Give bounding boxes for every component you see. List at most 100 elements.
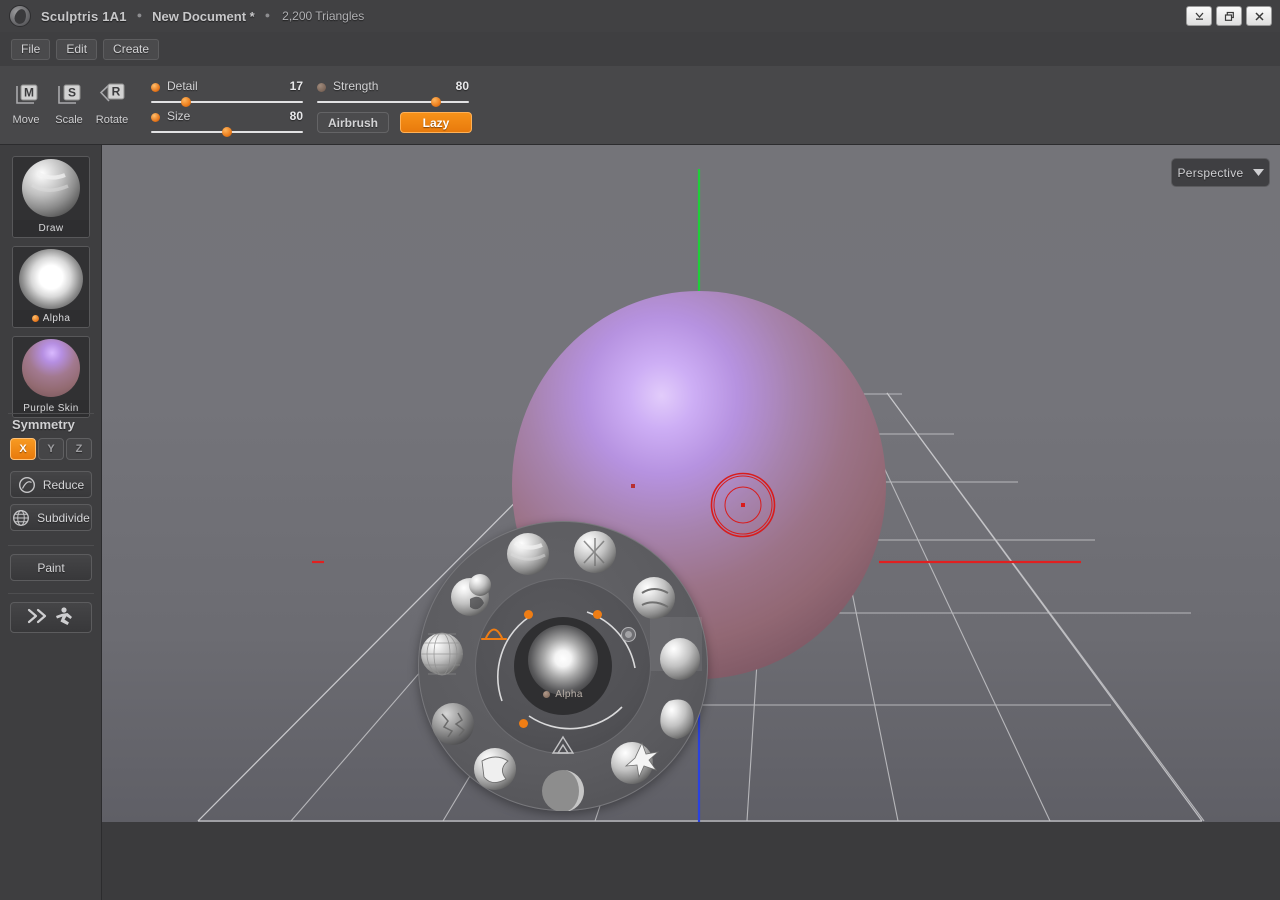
brush-pinch[interactable]: [542, 770, 584, 811]
chevron-down-icon: [1252, 169, 1264, 176]
brush-preview-image: [13, 157, 89, 221]
rotate-tool-glyph: R: [92, 78, 132, 112]
symmetry-axis-x[interactable]: X: [10, 438, 36, 460]
strength-slider[interactable]: Strength 80: [317, 79, 469, 109]
sculptris-application: Sculptris 1A1 ● New Document * ● 2,200 T…: [0, 0, 1280, 900]
scale-tool[interactable]: S Scale: [49, 78, 89, 126]
radial-brush-menu[interactable]: Alpha: [418, 521, 708, 811]
paint-button-label: Paint: [37, 560, 65, 575]
close-icon: [1254, 11, 1264, 21]
brush-noise[interactable]: [432, 703, 474, 745]
close-button[interactable]: [1246, 6, 1272, 26]
strength-value: 80: [455, 79, 469, 93]
menu-item-edit[interactable]: Edit: [56, 38, 98, 60]
detail-track[interactable]: [151, 101, 303, 103]
brush-smooth[interactable]: [660, 699, 694, 740]
projection-dropdown[interactable]: Perspective: [1171, 158, 1270, 187]
reduce-button-label: Reduce: [42, 477, 85, 492]
strength-track[interactable]: [317, 101, 469, 103]
brush-draw[interactable]: [507, 533, 549, 575]
size-slider[interactable]: Size 80: [151, 109, 303, 139]
title-separator-1: ●: [136, 10, 143, 20]
airbrush-toggle[interactable]: Airbrush: [317, 112, 389, 133]
strength-active-dot[interactable]: [317, 83, 326, 92]
move-tool[interactable]: M Move: [6, 78, 46, 126]
svg-text:S: S: [68, 86, 76, 100]
sidebar-divider-3: [8, 593, 94, 594]
size-knob[interactable]: [222, 127, 232, 137]
brush-preview-caption: Draw: [13, 220, 89, 237]
menu-item-file[interactable]: File: [11, 38, 51, 60]
viewport-3d[interactable]: Perspective Alpha: [102, 145, 1280, 822]
top-toolbar: M Move S Scale R Rotate Detail 17 Size 8…: [0, 66, 1280, 145]
brush-grab[interactable]: [474, 748, 516, 790]
app-name-label: Sculptris 1A1: [41, 8, 127, 24]
lazy-toggle[interactable]: Lazy: [400, 112, 472, 133]
svg-text:M: M: [24, 86, 34, 100]
detail-slider[interactable]: Detail 17: [151, 79, 303, 109]
purple-skin-sphere-icon: [22, 339, 80, 397]
left-sidebar: Draw Alpha Purple Skin Symmetry X Y Z Re…: [0, 145, 102, 900]
sidebar-divider-1: [8, 413, 94, 414]
radial-brush-icons[interactable]: [418, 521, 708, 811]
scale-tool-label: Scale: [55, 114, 83, 126]
svg-text:R: R: [112, 85, 121, 99]
size-active-dot[interactable]: [151, 113, 160, 122]
projection-label: Perspective: [1177, 165, 1244, 180]
reduce-button[interactable]: Reduce: [10, 471, 92, 498]
symmetry-axis-z[interactable]: Z: [66, 438, 92, 460]
detail-active-dot[interactable]: [151, 83, 160, 92]
rotate-icon: R: [99, 83, 125, 102]
pivot-marker: [631, 484, 635, 488]
window-controls: [1186, 6, 1272, 26]
scale-tool-glyph: S: [49, 78, 89, 112]
draw-sphere-icon: [22, 159, 80, 217]
brush-preview-label: Draw: [38, 223, 64, 234]
triangle-count-label: 2,200 Triangles: [282, 9, 365, 23]
menu-bar: File Edit Create: [0, 32, 1280, 66]
alpha-active-dot: [31, 315, 39, 322]
scale-icon: S: [58, 84, 81, 104]
reduce-circle-icon: [18, 476, 36, 494]
transform-tool-group: M Move S Scale R Rotate: [6, 78, 132, 126]
brush-scale[interactable]: [451, 574, 491, 616]
fast-forward-runner-icon: [23, 605, 79, 630]
alpha-preview-card[interactable]: Alpha: [12, 246, 90, 328]
brush-mask[interactable]: [421, 632, 463, 676]
symmetry-axis-y[interactable]: Y: [38, 438, 64, 460]
detail-value: 17: [289, 79, 303, 93]
sidebar-divider-2: [8, 545, 94, 546]
subdivide-button-label: Subdivide: [37, 510, 90, 525]
restore-icon: [1224, 11, 1234, 21]
detail-knob[interactable]: [180, 97, 191, 107]
strength-knob[interactable]: [430, 97, 441, 107]
minimize-button[interactable]: [1186, 6, 1212, 26]
title-bar: Sculptris 1A1 ● New Document * ● 2,200 T…: [0, 0, 1280, 32]
alpha-preview-label: Alpha: [42, 313, 71, 324]
rotate-tool[interactable]: R Rotate: [92, 78, 132, 126]
material-preview-card[interactable]: Purple Skin: [12, 336, 90, 418]
brush-crease[interactable]: [574, 531, 616, 573]
brush-preview-card[interactable]: Draw: [12, 156, 90, 238]
detail-label: Detail: [167, 79, 198, 93]
brush-inflate[interactable]: [633, 577, 675, 619]
maximize-button[interactable]: [1216, 6, 1242, 26]
symmetry-heading: Symmetry: [12, 417, 75, 432]
detail-slider-group: Detail 17: [151, 79, 303, 109]
brush-rotate[interactable]: [611, 741, 660, 784]
size-label: Size: [167, 109, 191, 123]
move-icon: M: [16, 84, 38, 104]
material-preview-caption: Purple Skin: [13, 400, 89, 417]
menu-item-create[interactable]: Create: [103, 38, 160, 60]
subdivide-button[interactable]: Subdivide: [10, 504, 92, 531]
strength-label: Strength: [333, 79, 379, 93]
move-tool-label: Move: [12, 114, 40, 126]
paint-button[interactable]: Paint: [10, 554, 92, 581]
strength-slider-group: Strength 80: [317, 79, 469, 109]
brush-flatten[interactable]: [660, 638, 700, 680]
material-preview-image: [13, 337, 89, 401]
run-mode-button[interactable]: [10, 602, 92, 633]
minimize-icon: [1195, 12, 1203, 20]
document-name-label: New Document *: [152, 8, 255, 24]
alpha-preview-image: [13, 247, 89, 311]
